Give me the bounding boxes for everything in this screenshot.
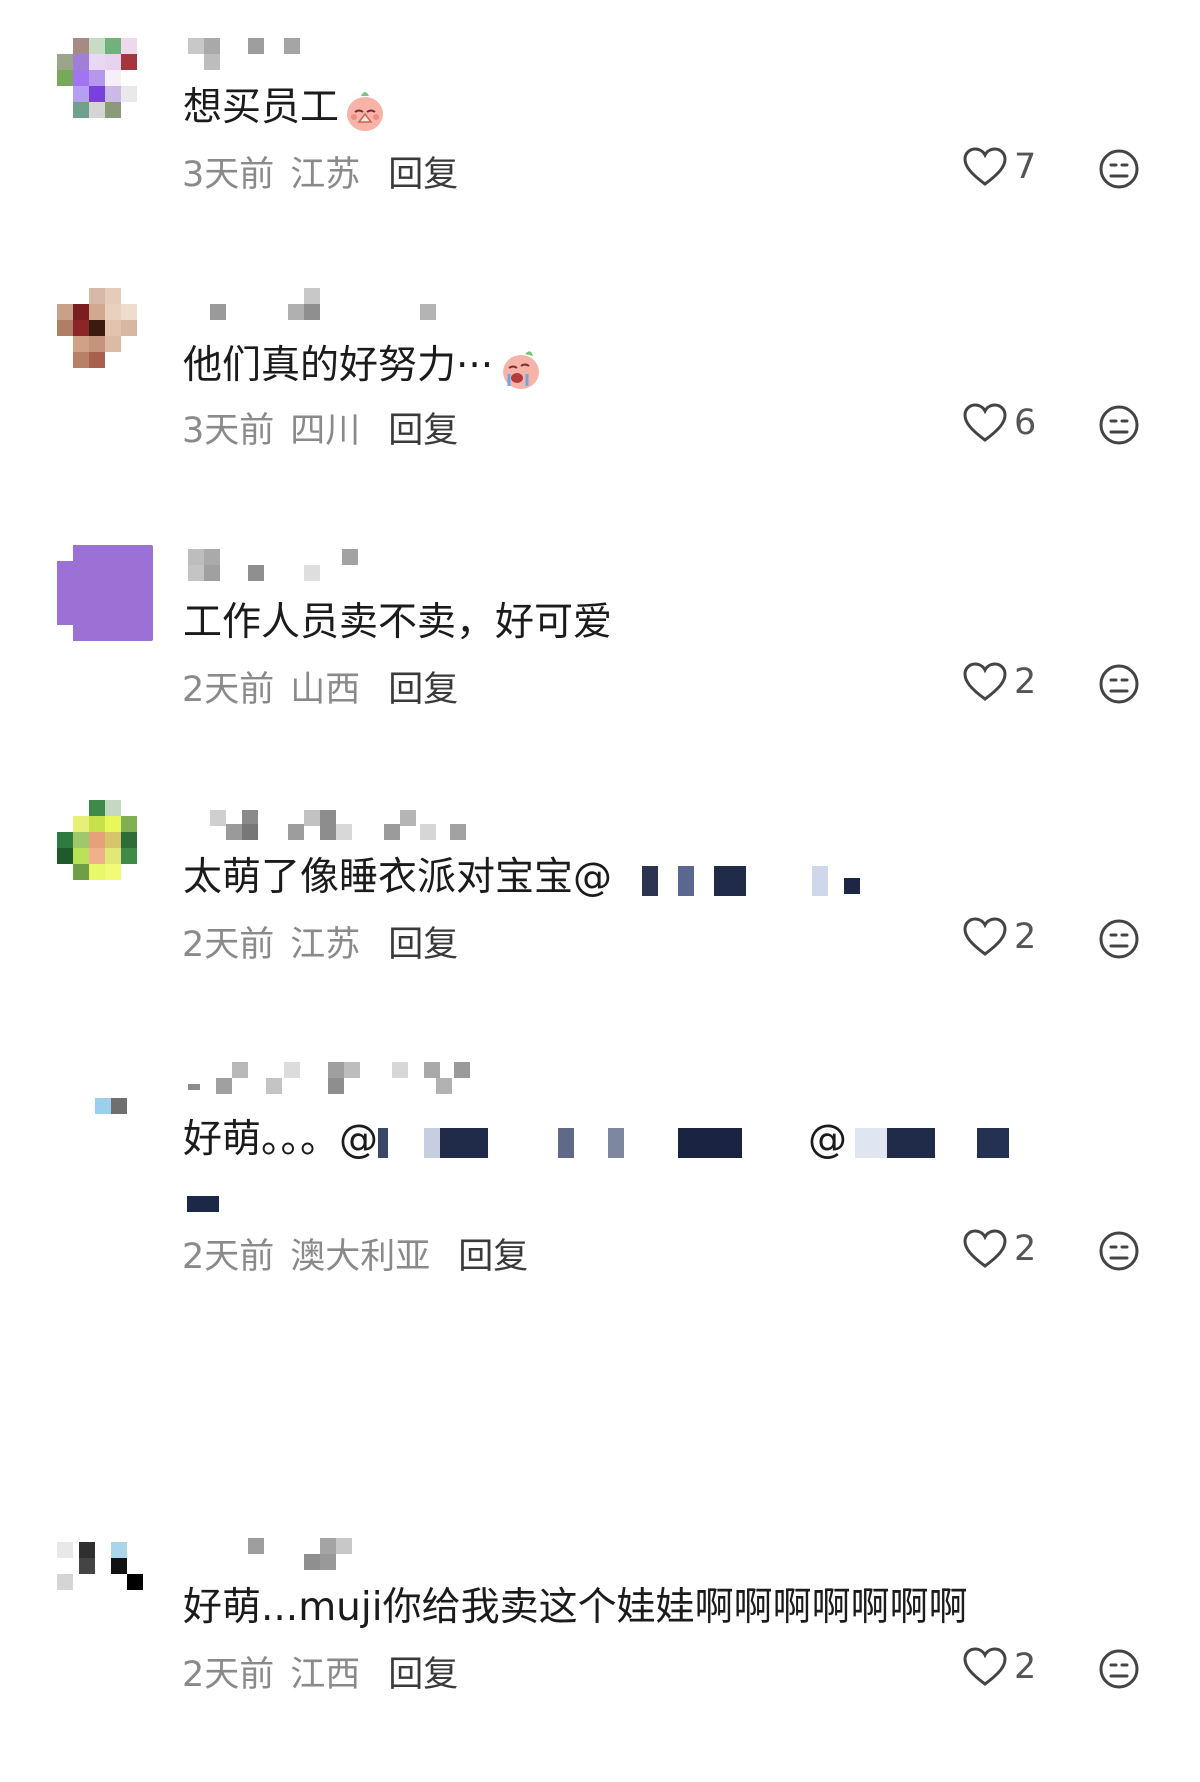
like-count: 7 [1014, 147, 1037, 187]
heart-icon [963, 403, 1007, 442]
comment-text: 好萌。。。@ @ [183, 1110, 1143, 1230]
like-count: 2 [1014, 662, 1037, 702]
username-blurred[interactable] [188, 1062, 888, 1102]
comment-region: 江苏 [290, 155, 361, 195]
comment-region: 山西 [290, 670, 361, 710]
reply-button[interactable]: 回复 [458, 1237, 528, 1277]
reply-button[interactable]: 回复 [388, 155, 458, 195]
like-button[interactable]: 2 [962, 916, 1036, 958]
username-blurred[interactable] [188, 549, 888, 589]
comment-text: 想买员工 [183, 82, 1143, 134]
crying-emoji-icon [503, 350, 540, 389]
username-blurred[interactable] [188, 34, 888, 74]
reply-button[interactable]: 回复 [388, 411, 458, 451]
avatar[interactable] [57, 800, 153, 896]
heart-icon [963, 1229, 1007, 1268]
mention-blurred[interactable] [847, 1122, 1017, 1162]
comment-time: 2天前 [182, 925, 275, 965]
mention-blurred[interactable] [378, 1122, 808, 1162]
heart-icon [963, 917, 1007, 956]
dislike-face-icon[interactable] [1098, 663, 1140, 705]
comment-meta: 2天前 澳大利亚 回复 [182, 1228, 528, 1279]
heart-icon [963, 662, 1007, 701]
comment-text: 工作人员卖不卖，好可爱 [183, 600, 613, 645]
avatar[interactable] [57, 1530, 153, 1626]
comment-region: 四川 [290, 411, 361, 451]
username-blurred[interactable] [188, 804, 888, 844]
like-button[interactable]: 2 [962, 661, 1036, 703]
like-button[interactable]: 2 [962, 1646, 1036, 1688]
comment-time: 3天前 [182, 155, 275, 195]
username-blurred[interactable] [188, 1534, 888, 1574]
heart-icon [963, 147, 1007, 186]
comment-meta: 2天前 江西 回复 [182, 1646, 458, 1697]
avatar[interactable] [57, 545, 153, 641]
like-count: 2 [1014, 1229, 1037, 1269]
comment-meta: 3天前 四川 回复 [182, 402, 458, 453]
comment-meta: 2天前 山西 回复 [182, 661, 458, 712]
username-blurred[interactable] [188, 288, 888, 332]
comment-meta: 2天前 江苏 回复 [182, 916, 458, 967]
comment-text: 好萌...muji你给我卖这个娃娃啊啊啊啊啊啊啊 [183, 1585, 968, 1630]
comment-text: 他们真的好努力··· [183, 340, 1143, 392]
comment-region: 江苏 [290, 925, 361, 965]
pray-emoji-icon [347, 91, 384, 131]
comment-time: 2天前 [182, 1237, 275, 1277]
like-button[interactable]: 6 [962, 402, 1036, 444]
reply-button[interactable]: 回复 [388, 670, 458, 710]
avatar[interactable] [57, 30, 153, 126]
reply-button[interactable]: 回复 [388, 1655, 458, 1695]
like-button[interactable]: 7 [962, 146, 1036, 188]
heart-icon [963, 1647, 1007, 1686]
like-count: 2 [1014, 917, 1037, 957]
comment-meta: 3天前 江苏 回复 [182, 146, 458, 197]
comment-text: 太萌了像睡衣派对宝宝@ [183, 852, 1143, 904]
mention-blurred[interactable] [183, 1182, 223, 1222]
dislike-face-icon[interactable] [1098, 1230, 1140, 1272]
avatar[interactable] [57, 288, 153, 384]
dislike-face-icon[interactable] [1098, 404, 1140, 446]
like-count: 6 [1014, 403, 1037, 443]
comment-region: 澳大利亚 [290, 1237, 431, 1277]
like-button[interactable]: 2 [962, 1228, 1036, 1270]
like-count: 2 [1014, 1647, 1037, 1687]
comment-region: 江西 [290, 1655, 361, 1695]
dislike-face-icon[interactable] [1098, 148, 1140, 190]
dislike-face-icon[interactable] [1098, 1648, 1140, 1690]
dislike-face-icon[interactable] [1098, 918, 1140, 960]
avatar[interactable] [57, 1058, 153, 1154]
comment-time: 2天前 [182, 1655, 275, 1695]
mention-blurred[interactable] [612, 860, 902, 900]
comment-time: 3天前 [182, 411, 275, 451]
reply-button[interactable]: 回复 [388, 925, 458, 965]
comment-time: 2天前 [182, 670, 275, 710]
